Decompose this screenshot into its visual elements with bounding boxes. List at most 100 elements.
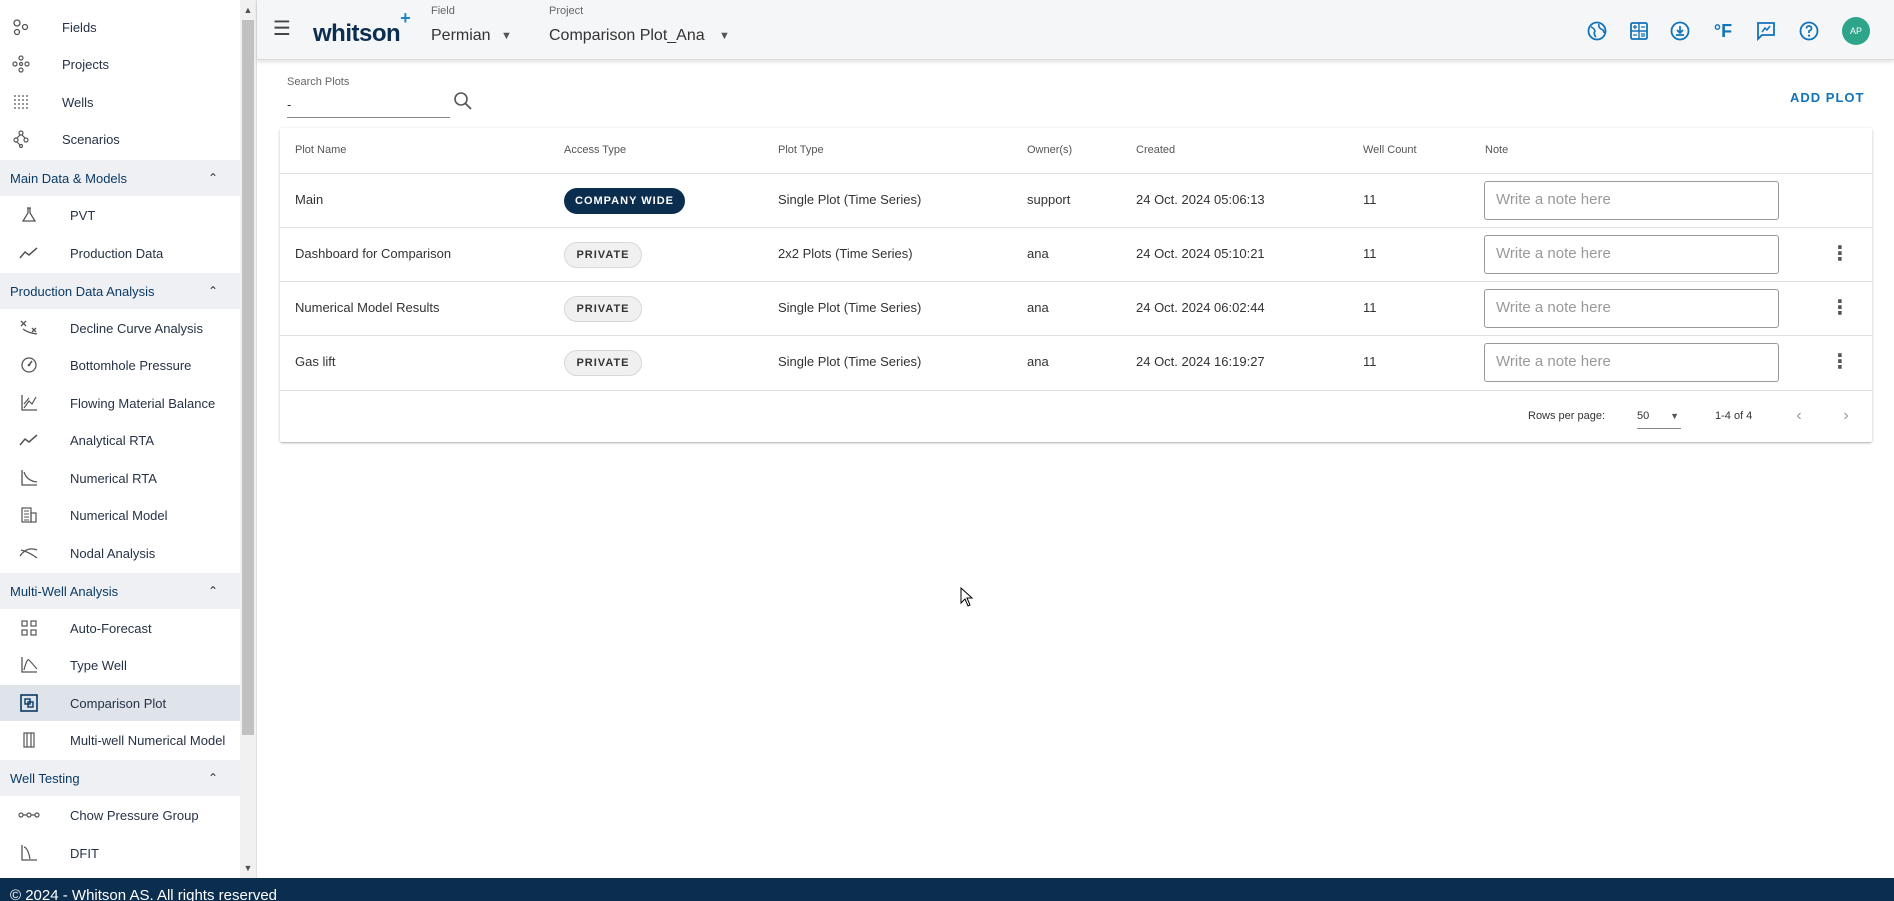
- sidebar-item-numerical-rta[interactable]: Numerical RTA: [0, 460, 240, 496]
- column-header-well-count[interactable]: Well Count: [1363, 144, 1417, 156]
- feedback-icon[interactable]: [1754, 19, 1778, 43]
- rows-per-page-select[interactable]: 50 ▼: [1637, 405, 1681, 429]
- columns-icon: [16, 729, 42, 751]
- note-input[interactable]: [1484, 181, 1779, 220]
- scenarios-icon: [8, 128, 34, 150]
- sidebar-item-numerical-model[interactable]: Numerical Model: [0, 497, 240, 533]
- plot-name[interactable]: Dashboard for Comparison: [295, 246, 451, 261]
- download-icon[interactable]: [1668, 19, 1692, 43]
- sidebar-item-auto-forecast[interactable]: Auto-Forecast: [0, 610, 240, 646]
- rows-per-page-label: Rows per page:: [1528, 410, 1606, 422]
- sidebar-item-projects[interactable]: Projects: [0, 46, 240, 82]
- project-value: Comparison Plot_Ana: [549, 27, 705, 44]
- sidebar-item-label: Fields: [62, 19, 97, 35]
- field-label: Field: [431, 5, 455, 17]
- column-header-access-type[interactable]: Access Type: [564, 144, 626, 156]
- sidebar-item-label: Comparison Plot: [70, 695, 167, 711]
- scroll-up-arrow-icon[interactable]: ▲: [240, 2, 256, 18]
- sidebar-item-dfit[interactable]: DFIT: [0, 835, 240, 871]
- sidebar-scrollbar[interactable]: ▲ ▼: [240, 0, 256, 878]
- more-vert-icon[interactable]: ⋮: [1830, 297, 1850, 319]
- column-header-created[interactable]: Created: [1136, 144, 1175, 156]
- section-multi-well-analysis[interactable]: Multi-Well Analysis ⌃: [0, 573, 240, 609]
- sidebar-item-fields[interactable]: Fields: [0, 9, 240, 45]
- whitson-logo[interactable]: whitson+: [313, 8, 411, 48]
- user-avatar[interactable]: AP: [1842, 17, 1870, 45]
- table-row[interactable]: Main COMPANY WIDE Single Plot (Time Seri…: [280, 173, 1872, 227]
- note-input[interactable]: [1484, 235, 1779, 274]
- plot-name[interactable]: Numerical Model Results: [295, 300, 440, 315]
- mouse-cursor-icon: [960, 587, 974, 607]
- table-row[interactable]: Gas lift PRIVATE Single Plot (Time Serie…: [280, 335, 1872, 389]
- table-row[interactable]: Dashboard for Comparison PRIVATE 2x2 Plo…: [280, 227, 1872, 281]
- sidebar-item-analytical-rta[interactable]: Analytical RTA: [0, 422, 240, 458]
- globe-icon[interactable]: [1585, 19, 1609, 43]
- more-vert-icon[interactable]: ⋮: [1830, 243, 1850, 265]
- more-vert-icon[interactable]: ⋮: [1830, 351, 1850, 373]
- section-title: Multi-Well Analysis: [10, 583, 119, 599]
- column-header-note[interactable]: Note: [1485, 144, 1508, 156]
- sidebar-item-scenarios[interactable]: Scenarios: [0, 121, 240, 157]
- help-icon[interactable]: [1797, 19, 1821, 43]
- sidebar-item-pvt[interactable]: PVT: [0, 197, 240, 233]
- chevron-up-icon: ⌃: [207, 771, 218, 785]
- section-well-testing[interactable]: Well Testing ⌃: [0, 760, 240, 796]
- connected-dots-icon: [16, 804, 42, 826]
- table-pagination: Rows per page: 50 ▼ 1-4 of 4 ‹ ›: [280, 390, 1872, 442]
- temperature-unit-icon[interactable]: °F: [1711, 19, 1735, 43]
- column-header-plot-type[interactable]: Plot Type: [778, 144, 824, 156]
- sidebar-item-bottomhole-pressure[interactable]: Bottomhole Pressure: [0, 347, 240, 383]
- nodal-curves-icon: [16, 542, 42, 564]
- sidebar-item-wells[interactable]: Wells: [0, 84, 240, 120]
- owner: ana: [1027, 300, 1049, 315]
- section-main-data-models[interactable]: Main Data & Models ⌃: [0, 160, 240, 196]
- chevron-left-icon[interactable]: ‹: [1788, 405, 1810, 427]
- calculator-icon[interactable]: [1627, 19, 1651, 43]
- chevron-down-icon[interactable]: ▼: [719, 30, 730, 42]
- copyright-footer: © 2024 - Whitson AS. All rights reserved: [0, 878, 1894, 901]
- scrollbar-thumb[interactable]: [242, 20, 254, 735]
- sidebar-item-label: Numerical RTA: [70, 470, 157, 486]
- column-header-plot-name[interactable]: Plot Name: [295, 144, 346, 156]
- plot-name[interactable]: Gas lift: [295, 354, 335, 369]
- hamburger-menu-icon[interactable]: ☰: [273, 18, 295, 40]
- created-date: 24 Oct. 2024 06:02:44: [1136, 300, 1265, 315]
- sidebar-item-type-well[interactable]: Type Well: [0, 647, 240, 683]
- trend-line-icon: [16, 242, 42, 264]
- sidebar-item-nodal-analysis[interactable]: Nodal Analysis: [0, 535, 240, 571]
- sidebar-item-label: Scenarios: [62, 131, 120, 147]
- search-icon[interactable]: [452, 90, 474, 112]
- note-input[interactable]: [1484, 343, 1779, 382]
- sidebar-item-production-data[interactable]: Production Data: [0, 235, 240, 271]
- chevron-right-icon[interactable]: ›: [1835, 405, 1857, 427]
- sidebar-item-comparison-plot[interactable]: Comparison Plot: [0, 685, 240, 721]
- note-input[interactable]: [1484, 289, 1779, 328]
- sidebar-item-label: Bottomhole Pressure: [70, 357, 192, 373]
- owner: ana: [1027, 246, 1049, 261]
- access-type-badge: PRIVATE: [564, 242, 642, 268]
- gauge-icon: [16, 354, 42, 376]
- table-row[interactable]: Numerical Model Results PRIVATE Single P…: [280, 281, 1872, 335]
- created-date: 24 Oct. 2024 05:06:13: [1136, 192, 1265, 207]
- plot-type: 2x2 Plots (Time Series): [778, 246, 913, 261]
- sidebar-item-label: Multi-well Numerical Model: [70, 732, 226, 748]
- plot-name[interactable]: Main: [295, 192, 323, 207]
- chevron-down-icon[interactable]: ▼: [501, 30, 512, 42]
- add-plot-button[interactable]: ADD PLOT: [1790, 90, 1864, 105]
- search-plots-input[interactable]: [287, 92, 450, 118]
- section-production-data-analysis[interactable]: Production Data Analysis ⌃: [0, 273, 240, 309]
- sidebar-item-label: Nodal Analysis: [70, 545, 156, 561]
- sidebar-item-label: PVT: [70, 207, 96, 223]
- column-header-owners[interactable]: Owner(s): [1027, 144, 1072, 156]
- projects-icon: [8, 53, 34, 75]
- sidebar: Fields Projects Wells Scenarios Main Dat…: [0, 0, 257, 878]
- sidebar-item-decline-curve-analysis[interactable]: Decline Curve Analysis: [0, 310, 240, 346]
- copyright-text: © 2024 - Whitson AS. All rights reserved: [10, 887, 278, 901]
- decline-chart-icon: [16, 467, 42, 489]
- scroll-down-arrow-icon[interactable]: ▼: [240, 860, 256, 876]
- sidebar-item-chow-pressure-group[interactable]: Chow Pressure Group: [0, 797, 240, 833]
- sidebar-item-flowing-material-balance[interactable]: Flowing Material Balance: [0, 385, 240, 421]
- temperature-unit-text: °F: [1713, 20, 1733, 41]
- sidebar-item-multi-well-numerical-model[interactable]: Multi-well Numerical Model: [0, 722, 240, 758]
- avatar-initials: AP: [1849, 26, 1862, 36]
